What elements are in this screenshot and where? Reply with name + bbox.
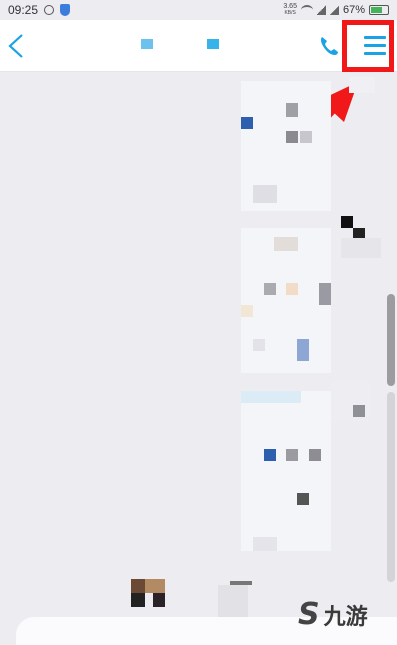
highlight-box — [342, 20, 394, 72]
mosaic-block — [286, 449, 298, 461]
shield-icon — [60, 4, 71, 16]
status-time: 09:25 — [8, 3, 39, 17]
mosaic-block — [264, 449, 276, 461]
status-right: 3.65 KB/S 67% — [283, 3, 389, 17]
mosaic-block — [341, 216, 353, 228]
avatar — [131, 579, 145, 593]
scrollbar-thumb[interactable] — [387, 294, 395, 386]
blurred-message-3 — [241, 391, 331, 551]
watermark-logo-icon: S — [298, 597, 320, 632]
watermark-text: 九游 — [323, 604, 368, 630]
chat-title-part-2 — [207, 39, 219, 49]
signal-icon — [316, 5, 326, 15]
status-left: 09:25 — [8, 3, 71, 17]
mosaic-block — [274, 237, 298, 251]
mosaic-block — [241, 305, 253, 317]
mosaic-block — [253, 537, 277, 551]
mosaic-block — [153, 593, 165, 607]
chevron-left-icon — [8, 34, 23, 58]
chat-title-part-1 — [141, 39, 153, 49]
mosaic-block — [353, 405, 365, 417]
mosaic-block — [253, 339, 265, 351]
net-speed-value: 3.65 — [283, 3, 297, 10]
back-button[interactable] — [4, 32, 30, 60]
mosaic-block — [349, 77, 375, 93]
mosaic-block — [218, 585, 248, 618]
mosaic-block — [286, 283, 298, 295]
mosaic-block — [241, 117, 253, 129]
battery-percent: 67% — [342, 4, 365, 16]
mosaic-block — [286, 103, 298, 117]
mosaic-block — [297, 339, 309, 361]
net-speed: 3.65 KB/S — [283, 3, 297, 17]
call-button[interactable] — [316, 32, 342, 60]
mosaic-block — [131, 593, 145, 607]
mosaic-block — [241, 391, 301, 403]
battery-icon — [369, 5, 389, 15]
wifi-icon — [300, 5, 313, 15]
mosaic-block — [145, 579, 165, 593]
mosaic-block — [286, 131, 298, 143]
mosaic-block — [319, 283, 331, 305]
mosaic-block — [253, 185, 277, 203]
scrollbar-track[interactable] — [387, 392, 395, 582]
net-speed-unit: KB/S — [284, 10, 296, 16]
watermark: S 九游 — [298, 597, 368, 632]
alarm-icon — [44, 5, 55, 15]
signal-icon-2 — [329, 5, 339, 15]
mosaic-block — [341, 238, 381, 258]
mosaic-block — [331, 381, 371, 421]
battery-fill — [371, 7, 382, 13]
chat-messages-area[interactable] — [0, 73, 397, 618]
chat-header — [0, 20, 397, 72]
phone-icon — [321, 37, 338, 55]
mosaic-block — [300, 131, 312, 143]
status-bar: 09:25 3.65 KB/S 67% — [0, 0, 397, 20]
mosaic-block — [309, 449, 321, 461]
mosaic-block — [264, 283, 276, 295]
mosaic-block — [297, 493, 309, 505]
